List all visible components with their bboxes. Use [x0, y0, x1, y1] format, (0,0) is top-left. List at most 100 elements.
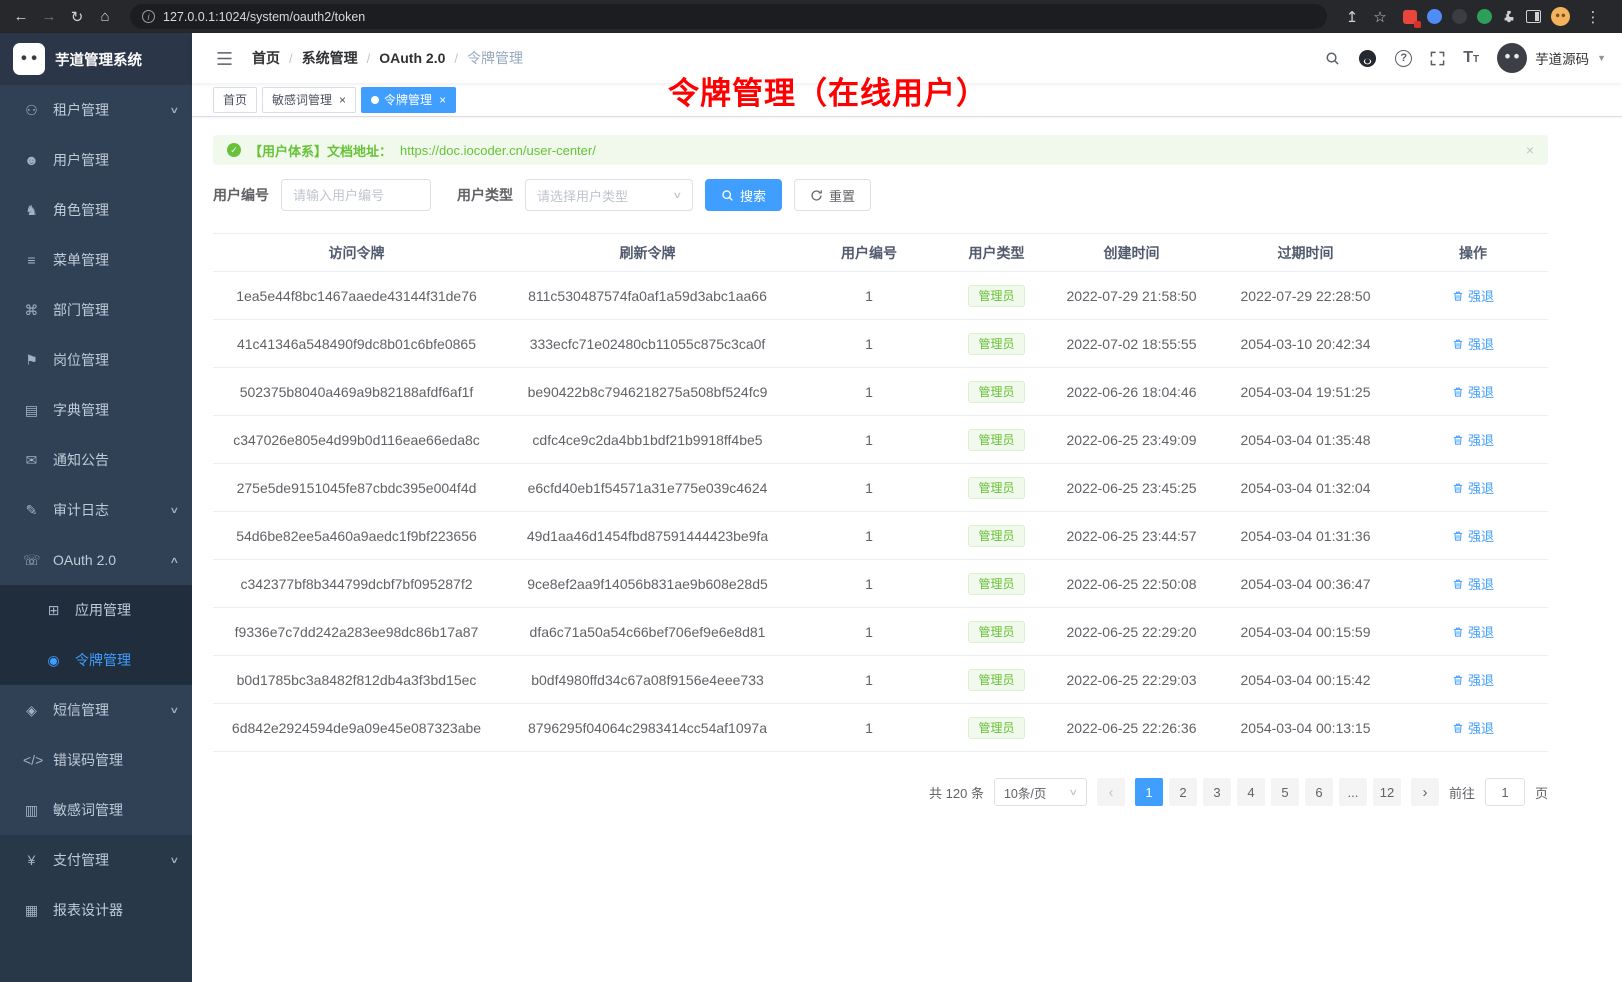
expire-time-cell: 2054-03-04 19:51:25: [1213, 368, 1398, 416]
tab-token[interactable]: 令牌管理×: [361, 87, 456, 113]
extensions-puzzle-icon[interactable]: [1502, 10, 1516, 24]
sidebar-item-post[interactable]: ⚑岗位管理: [0, 335, 192, 385]
pagination-more-button[interactable]: ...: [1339, 778, 1367, 806]
forward-icon[interactable]: →: [36, 4, 62, 30]
user-id-input[interactable]: [281, 179, 431, 211]
sidebar-item-pay[interactable]: ¥支付管理∨: [0, 835, 192, 885]
expire-time-cell: 2054-03-04 01:32:04: [1213, 464, 1398, 512]
next-page-button[interactable]: ›: [1411, 778, 1439, 806]
refresh-token-cell: b0df4980ffd34c67a08f9156e4eee733: [500, 656, 795, 704]
breadcrumb-item[interactable]: OAuth 2.0: [379, 50, 445, 66]
site-info-icon[interactable]: i: [142, 10, 155, 23]
force-logout-button[interactable]: 强退: [1452, 334, 1494, 353]
force-logout-button[interactable]: 强退: [1452, 382, 1494, 401]
browser-profile-avatar[interactable]: [1551, 7, 1570, 26]
sidebar-item-token[interactable]: ◉令牌管理: [0, 635, 192, 685]
reset-button[interactable]: 重置: [794, 179, 871, 211]
pagination-page-button[interactable]: 1: [1135, 778, 1163, 806]
sidebar-item-audit-log[interactable]: ✎审计日志∨: [0, 485, 192, 535]
extension-icon[interactable]: [1427, 9, 1442, 24]
sidebar-item-label: 用户管理: [53, 150, 178, 170]
refresh-icon[interactable]: ↻: [64, 4, 90, 30]
close-icon[interactable]: ×: [1526, 142, 1534, 158]
force-logout-button[interactable]: 强退: [1452, 574, 1494, 593]
breadcrumb-item[interactable]: 系统管理: [302, 48, 358, 68]
sidebar-item-oauth2[interactable]: ☏OAuth 2.0∧: [0, 535, 192, 585]
sidebar-item-app[interactable]: ⊞应用管理: [0, 585, 192, 635]
sidebar-item-report-designer[interactable]: ▦报表设计器: [0, 885, 192, 935]
sidebar: 芋道管理系统 ⚇租户管理∨☻用户管理♞角色管理≡菜单管理⌘部门管理⚑岗位管理▤字…: [0, 33, 192, 982]
pagination-page-button[interactable]: 4: [1237, 778, 1265, 806]
breadcrumb-separator: /: [454, 51, 458, 66]
address-bar[interactable]: i 127.0.0.1:1024/system/oauth2/token: [130, 4, 1327, 29]
token-icon: ◉: [45, 652, 62, 669]
sidebar-item-dict[interactable]: ▤字典管理: [0, 385, 192, 435]
app-logo[interactable]: 芋道管理系统: [0, 33, 192, 85]
sidebar-item-notice[interactable]: ✉通知公告: [0, 435, 192, 485]
pagination-page-button[interactable]: 2: [1169, 778, 1197, 806]
breadcrumb: 首页/系统管理/OAuth 2.0/令牌管理: [252, 48, 523, 68]
pagination-page-button[interactable]: 5: [1271, 778, 1299, 806]
breadcrumb-item[interactable]: 首页: [252, 48, 280, 68]
github-icon[interactable]: [1358, 49, 1377, 68]
force-logout-button[interactable]: 强退: [1452, 286, 1494, 305]
close-icon[interactable]: ×: [339, 94, 346, 106]
side-panel-icon[interactable]: [1526, 10, 1541, 23]
search-button[interactable]: 搜索: [705, 179, 782, 211]
pagination-page-button[interactable]: 6: [1305, 778, 1333, 806]
close-icon[interactable]: ×: [439, 94, 446, 106]
access-token-cell: 1ea5e44f8bc1467aaede43144f31de76: [213, 272, 500, 320]
browser-menu-icon[interactable]: ⋮: [1580, 4, 1606, 30]
goto-page-input[interactable]: [1485, 778, 1525, 806]
sidebar-item-dept[interactable]: ⌘部门管理: [0, 285, 192, 335]
sidebar-item-user[interactable]: ☻用户管理: [0, 135, 192, 185]
prev-page-button[interactable]: ‹: [1097, 778, 1125, 806]
force-logout-button[interactable]: 强退: [1452, 430, 1494, 449]
doc-link[interactable]: https://doc.iocoder.cn/user-center/: [400, 143, 596, 158]
create-time-cell: 2022-07-29 21:58:50: [1050, 272, 1213, 320]
sidebar-item-role[interactable]: ♞角色管理: [0, 185, 192, 235]
force-logout-button[interactable]: 强退: [1452, 622, 1494, 641]
force-logout-label: 强退: [1468, 526, 1494, 545]
user-menu[interactable]: 芋道源码 ▼: [1497, 43, 1606, 73]
sidebar-item-sms[interactable]: ◈短信管理∨: [0, 685, 192, 735]
reset-label: 重置: [829, 186, 855, 205]
refresh-token-cell: e6cfd40eb1f54571a31e775e039c4624: [500, 464, 795, 512]
tenant-icon: ⚇: [23, 102, 40, 119]
app-title: 芋道管理系统: [55, 49, 142, 70]
delete-icon: [1452, 482, 1464, 494]
pagination-page-button[interactable]: 12: [1373, 778, 1401, 806]
home-icon[interactable]: ⌂: [92, 4, 118, 30]
tab-sensitive-word[interactable]: 敏感词管理×: [262, 87, 356, 113]
breadcrumb-item[interactable]: 令牌管理: [467, 48, 523, 68]
bookmark-star-icon[interactable]: ☆: [1367, 4, 1393, 30]
extension-icon[interactable]: [1477, 9, 1492, 24]
font-size-icon[interactable]: TT: [1463, 50, 1479, 66]
force-logout-button[interactable]: 强退: [1452, 718, 1494, 737]
user-type-tag: 管理员: [968, 381, 1024, 403]
delete-icon: [1452, 338, 1464, 350]
user-type-select[interactable]: 请选择用户类型 ∨: [525, 179, 693, 211]
force-logout-button[interactable]: 强退: [1452, 526, 1494, 545]
pagination-page-button[interactable]: 3: [1203, 778, 1231, 806]
alert-text: 【用户体系】文档地址：: [249, 141, 392, 160]
sidebar-item-tenant[interactable]: ⚇租户管理∨: [0, 85, 192, 135]
back-icon[interactable]: ←: [8, 4, 34, 30]
force-logout-button[interactable]: 强退: [1452, 478, 1494, 497]
sidebar-item-sensitive-word[interactable]: ▥敏感词管理: [0, 785, 192, 835]
search-icon[interactable]: [1325, 51, 1340, 66]
tab-home[interactable]: 首页: [213, 87, 257, 113]
hamburger-icon[interactable]: [208, 42, 240, 74]
page-size-select[interactable]: 10条/页 ∨: [994, 778, 1087, 806]
extensions-cluster: ⋮: [1395, 4, 1614, 30]
sidebar-item-menu[interactable]: ≡菜单管理: [0, 235, 192, 285]
fullscreen-icon[interactable]: [1430, 51, 1445, 66]
breadcrumb-separator: /: [367, 51, 371, 66]
share-icon[interactable]: ↥: [1339, 4, 1365, 30]
help-icon[interactable]: ?: [1395, 50, 1412, 67]
sidebar-item-error-code[interactable]: </>错误码管理: [0, 735, 192, 785]
extension-icon[interactable]: [1452, 9, 1467, 24]
chevron-down-icon: ∨: [673, 190, 683, 201]
force-logout-button[interactable]: 强退: [1452, 670, 1494, 689]
extension-icon[interactable]: [1403, 10, 1417, 24]
